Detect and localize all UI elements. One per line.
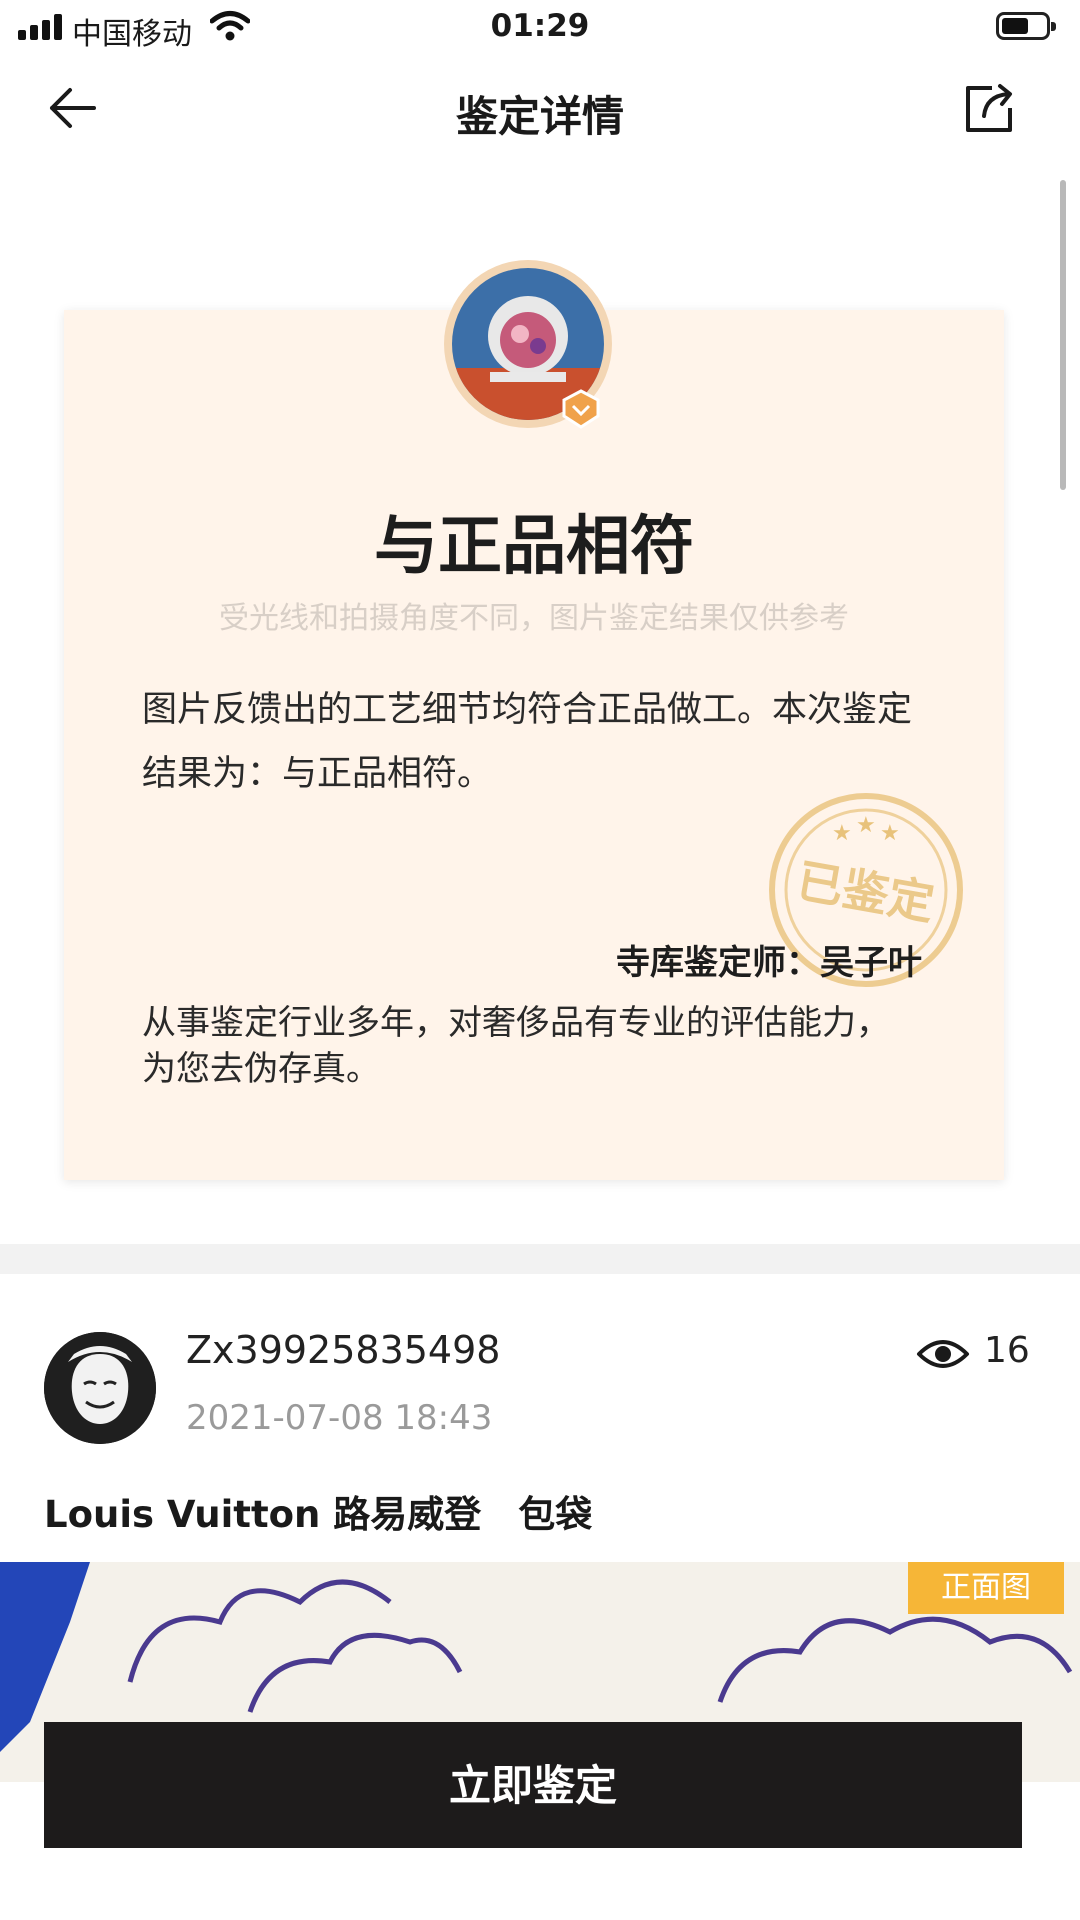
eye-icon [917,1340,969,1368]
svg-text:★: ★ [880,821,900,846]
svg-text:★: ★ [832,821,852,846]
svg-text:★: ★ [856,813,876,838]
username[interactable]: Zx39925835498 [186,1328,500,1372]
product-title: Louis Vuitton 路易威登 包袋 [44,1493,593,1536]
appraiser-bio: 从事鉴定行业多年，对奢侈品有专业的评估能力，为您去伪存真。 [142,1003,890,1089]
scrollbar[interactable] [1060,180,1066,490]
view-count: 16 [984,1330,1030,1371]
svg-text:已鉴定: 已鉴定 [793,853,938,930]
user-avatar[interactable] [44,1332,156,1444]
share-icon[interactable] [962,80,1018,136]
appraise-now-button[interactable]: 立即鉴定 [44,1722,1022,1848]
verified-badge-icon [562,389,600,429]
section-divider [0,1244,1080,1274]
appraiser-name: 寺库鉴定师：吴子叶 [616,943,922,983]
result-title: 与正品相符 [374,510,694,584]
battery-icon [996,12,1056,40]
status-bar: 中国移动 01:29 [0,0,1080,56]
photo-tag: 正面图 [908,1562,1064,1614]
post-timestamp: 2021-07-08 18:43 [186,1398,493,1438]
result-description: 图片反馈出的工艺细节均符合正品做工。本次鉴定结果为：与正品相符。 [142,690,913,794]
disclaimer-text: 受光线和拍摄角度不同，图片鉴定结果仅供参考 [219,601,849,636]
clock: 01:29 [490,8,590,44]
page-title: 鉴定详情 [455,92,624,141]
